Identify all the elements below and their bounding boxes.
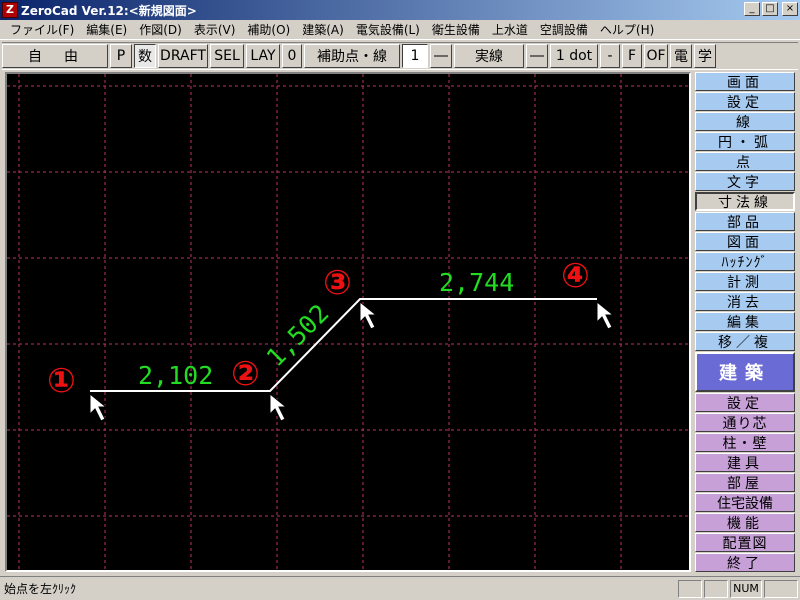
layer-number[interactable]: 0 [282, 44, 302, 68]
status-panel-2 [704, 579, 728, 598]
edit-button[interactable]: 編集 [695, 312, 795, 331]
sel-button[interactable]: SEL [210, 44, 244, 68]
column-wall-button[interactable]: 柱・壁 [695, 433, 795, 452]
menu-aux[interactable]: 補助(O) [241, 21, 296, 38]
f-button[interactable]: F [622, 44, 642, 68]
mouse-cursor-icon-2 [269, 392, 288, 422]
menu-sanitary[interactable]: 衛生設備 [426, 21, 486, 38]
measure-button[interactable]: 計測 [695, 272, 795, 291]
menu-edit[interactable]: 編集(E) [80, 21, 133, 38]
text-button[interactable]: 文字 [695, 172, 795, 191]
menu-draw[interactable]: 作図(D) [133, 21, 188, 38]
mode-button[interactable]: 自 由 [2, 44, 108, 68]
point-marker-2: ② [231, 354, 260, 394]
close-button[interactable]: × [782, 2, 798, 16]
aux-point-line-button[interactable]: 補助点・線 [304, 44, 400, 68]
point-marker-1: ① [47, 361, 76, 401]
mouse-cursor-icon-1 [89, 392, 108, 422]
settings-button[interactable]: 設定 [695, 92, 795, 111]
minimize-button[interactable]: _ [744, 2, 760, 16]
arch-settings-button[interactable]: 設定 [695, 393, 795, 412]
line-number-field[interactable]: 1 [402, 44, 428, 68]
site-plan-button[interactable]: 配置図 [695, 533, 795, 552]
status-panel-4 [764, 579, 798, 598]
learn-button[interactable]: 学 [694, 44, 716, 68]
num-button[interactable]: 数 [134, 44, 156, 68]
dim-label-1: 2,102 [138, 361, 213, 390]
menu-electrical[interactable]: 電気設備(L) [350, 21, 426, 38]
toolbar: 自 由 P 数 DRAFT SEL LAY 0 補助点・線 1 ― 実線 ― 1… [2, 42, 798, 70]
electric-button[interactable]: 電 [670, 44, 692, 68]
function-button[interactable]: 機能 [695, 513, 795, 532]
line-button[interactable]: 線 [695, 112, 795, 131]
menu-architecture[interactable]: 建築(A) [296, 21, 350, 38]
status-panel-1 [678, 579, 702, 598]
move-copy-button[interactable]: 移／複 [695, 332, 795, 351]
housing-equipment-button[interactable]: 住宅設備 [695, 493, 795, 512]
screen-button[interactable]: 画面 [695, 72, 795, 91]
drawing-canvas[interactable]: 2,102 1,502 2,744 ① ② ③ ④ [5, 72, 691, 572]
menu-help[interactable]: ヘルプ(H) [594, 21, 660, 38]
command-panel: 画面 設定 線 円・弧 点 文字 寸法線 部品 図面 ﾊｯﾁﾝｸﾞ 計測 消去 … [695, 72, 796, 572]
minus-button[interactable]: - [600, 44, 620, 68]
menu-view[interactable]: 表示(V) [188, 21, 242, 38]
room-button[interactable]: 部屋 [695, 473, 795, 492]
erase-button[interactable]: 消去 [695, 292, 795, 311]
title-bar[interactable]: Z ZeroCad Ver.12:<新規図面> _ □ × [0, 0, 800, 20]
line-glyph-button[interactable]: ― [430, 44, 452, 68]
lay-button[interactable]: LAY [246, 44, 280, 68]
mouse-cursor-icon-4 [596, 300, 615, 330]
maximize-button[interactable]: □ [762, 2, 778, 16]
menu-file[interactable]: ファイル(F) [4, 21, 80, 38]
status-message: 始点を左ｸﾘｯｸ [4, 582, 77, 596]
line-width-button[interactable]: 1 dot [550, 44, 598, 68]
grid-line-button[interactable]: 通り芯 [695, 413, 795, 432]
status-bar: 始点を左ｸﾘｯｸ NUM [0, 576, 800, 600]
circle-arc-button[interactable]: 円・弧 [695, 132, 795, 151]
drawing-button[interactable]: 図面 [695, 232, 795, 251]
parts-button[interactable]: 部品 [695, 212, 795, 231]
app-icon[interactable]: Z [2, 2, 18, 18]
menu-bar: ファイル(F) 編集(E) 作図(D) 表示(V) 補助(O) 建築(A) 電気… [0, 20, 800, 40]
dot-glyph-button[interactable]: ― [526, 44, 548, 68]
of-button[interactable]: OF [644, 44, 668, 68]
line-type-button[interactable]: 実線 [454, 44, 524, 68]
dim-label-3: 2,744 [439, 268, 514, 297]
point-button[interactable]: 点 [695, 152, 795, 171]
draft-button[interactable]: DRAFT [158, 44, 208, 68]
menu-hvac[interactable]: 空調設備 [534, 21, 594, 38]
window-title: ZeroCad Ver.12:<新規図面> [21, 3, 197, 18]
p-button[interactable]: P [110, 44, 132, 68]
menu-water[interactable]: 上水道 [486, 21, 534, 38]
num-lock-indicator: NUM [730, 579, 762, 598]
architecture-section-button[interactable]: 建築 [695, 352, 795, 392]
point-marker-4: ④ [561, 256, 590, 296]
hatching-button[interactable]: ﾊｯﾁﾝｸﾞ [695, 252, 795, 271]
dimension-line-button[interactable]: 寸法線 [695, 192, 795, 211]
grid [7, 74, 689, 570]
exit-button[interactable]: 終了 [695, 553, 795, 572]
fittings-button[interactable]: 建具 [695, 453, 795, 472]
mouse-cursor-icon-3 [359, 300, 378, 330]
point-marker-3: ③ [323, 263, 352, 303]
